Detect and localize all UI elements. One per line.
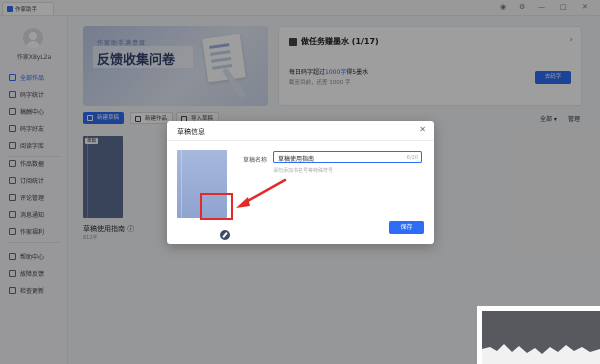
draft-name-value: 草稿使用指南	[278, 156, 315, 163]
draft-name-label: 草稿名称	[243, 157, 268, 164]
annotation-highlight-box	[200, 193, 233, 220]
thumbnail-shapes	[482, 344, 600, 364]
draft-name-input[interactable]: 草稿使用指南 6/20	[273, 151, 422, 163]
close-icon[interactable]: ✕	[419, 125, 426, 134]
save-button[interactable]: 保存	[389, 221, 424, 234]
thumbnail-image	[482, 311, 600, 364]
edit-cover-icon[interactable]	[220, 230, 230, 240]
dialog-divider	[167, 140, 434, 141]
draft-info-dialog: 草稿信息 ✕ 草稿名称 草稿使用指南 6/20 请勿添加书名号等特殊符号 保存	[167, 121, 434, 244]
draft-name-hint: 请勿添加书名号等特殊符号	[273, 168, 334, 174]
preview-thumbnail	[477, 306, 600, 364]
dialog-title: 草稿信息	[177, 128, 205, 136]
char-counter: 6/20	[406, 154, 418, 161]
